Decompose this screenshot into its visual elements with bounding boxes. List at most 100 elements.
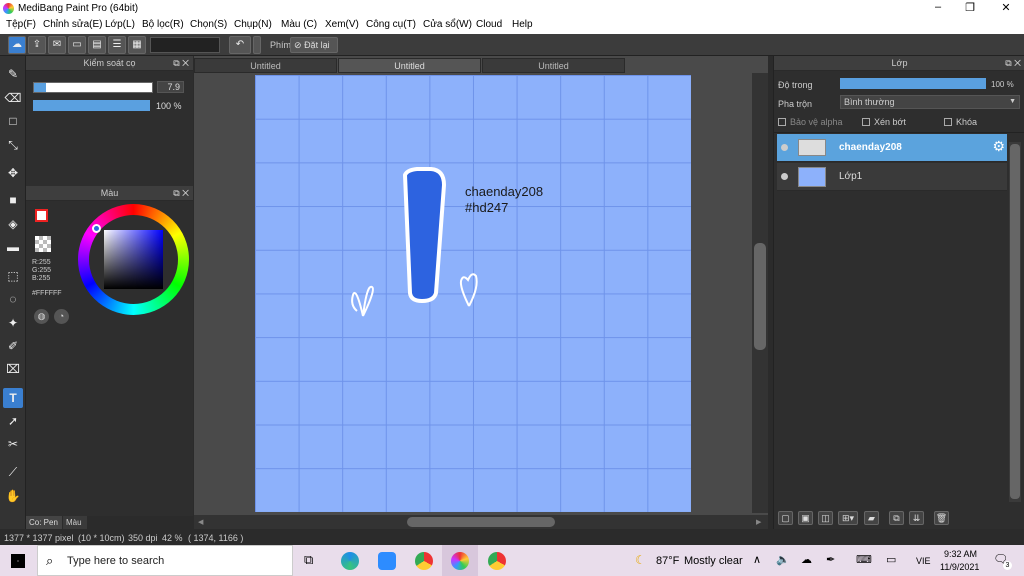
chrome-profile-icon[interactable] xyxy=(488,552,506,570)
close-button[interactable]: ✕ xyxy=(992,1,1020,14)
chrome-icon[interactable] xyxy=(415,552,433,570)
gear-icon[interactable]: ⚙ xyxy=(992,138,1005,155)
text-tool-icon[interactable]: T xyxy=(3,388,23,408)
menu-help[interactable]: Help xyxy=(512,19,533,30)
layer-list-scroll-thumb[interactable] xyxy=(1010,144,1020,499)
brush-size-slider[interactable] xyxy=(33,82,153,93)
minimize-button[interactable]: – xyxy=(924,1,952,13)
merge-layer-icon[interactable]: ⇊ xyxy=(909,511,924,525)
rectangle-tool-icon[interactable]: □ xyxy=(3,111,23,131)
menu-tools[interactable]: Công cụ(T) xyxy=(366,19,416,30)
tab-pen[interactable]: Co: Pen xyxy=(26,516,62,529)
vertical-scrollbar[interactable] xyxy=(752,73,768,513)
select-pen-tool-icon[interactable]: ✐ xyxy=(3,336,23,356)
color-history-icon[interactable]: ◔ xyxy=(54,309,69,324)
move-tool-icon[interactable]: ✥ xyxy=(3,163,23,183)
vertical-scroll-thumb[interactable] xyxy=(754,243,766,350)
menu-view[interactable]: Xem(V) xyxy=(325,19,359,30)
menu-filter[interactable]: Bộ lọc(R) xyxy=(142,19,184,30)
hue-wheel[interactable] xyxy=(78,204,189,315)
drawing-canvas[interactable]: chaenday208 #hd247 xyxy=(255,75,691,512)
layer-opacity-slider[interactable] xyxy=(840,78,986,89)
menu-edit[interactable]: Chỉnh sửa(E) xyxy=(43,19,103,30)
brush-opacity-slider[interactable] xyxy=(33,100,150,111)
pen-icon[interactable]: ✒ xyxy=(826,553,835,566)
select-rect-tool-icon[interactable]: ⬚ xyxy=(3,266,23,286)
medibang-icon[interactable] xyxy=(451,552,469,570)
menu-cloud[interactable]: Cloud xyxy=(476,19,502,30)
task-view-icon[interactable]: ⧉ xyxy=(304,552,313,568)
doc-tab-1[interactable]: Untitled xyxy=(194,58,337,73)
blend-mode-select[interactable]: Bình thường ▼ xyxy=(840,95,1020,109)
divide-tool-icon[interactable]: ✂ xyxy=(3,434,23,454)
folder-icon[interactable]: ▰ xyxy=(864,511,879,525)
undo-dropdown[interactable] xyxy=(253,36,261,54)
toolbar-field[interactable] xyxy=(150,37,220,53)
saturation-value-square[interactable] xyxy=(104,230,163,289)
menu-color[interactable]: Màu (C) xyxy=(281,19,317,30)
keyboard-icon[interactable]: ⌨ xyxy=(856,553,872,566)
operation-tool-icon[interactable]: ➚ xyxy=(3,411,23,431)
eyedropper-tool-icon[interactable]: ⟋ xyxy=(3,462,23,482)
fill-rect-tool-icon[interactable]: ■ xyxy=(3,190,23,210)
lasso-tool-icon[interactable]: ◌ xyxy=(3,289,23,309)
clock-time[interactable]: 9:32 AM xyxy=(944,549,977,559)
zoom-icon[interactable] xyxy=(378,552,396,570)
duplicate-layer-icon[interactable]: ⧉ xyxy=(889,511,904,525)
comment-icon[interactable]: ✉ xyxy=(48,36,66,54)
display-icon[interactable]: ▭ xyxy=(886,553,896,566)
onedrive-icon[interactable]: ☁ xyxy=(801,553,812,566)
chat-icon[interactable]: ▭ xyxy=(68,36,86,54)
visibility-icon[interactable] xyxy=(781,173,788,180)
clock-date[interactable]: 11/9/2021 xyxy=(940,562,979,572)
trash-icon[interactable]: 🗑 xyxy=(934,511,949,525)
menu-file[interactable]: Tệp(F) xyxy=(6,19,36,30)
panel-float-close-icon[interactable]: ⧉ ✕ xyxy=(173,186,189,201)
brush-tool-icon[interactable]: ✎ xyxy=(3,64,23,84)
chevron-up-icon[interactable]: ∧ xyxy=(753,553,761,566)
visibility-icon[interactable] xyxy=(781,144,788,151)
scroll-left-icon[interactable]: ◀ xyxy=(198,518,203,526)
bucket-tool-icon[interactable]: ◈ xyxy=(3,214,23,234)
menu-layer[interactable]: Lớp(L) xyxy=(105,19,135,30)
language-indicator[interactable]: VIE xyxy=(916,556,931,566)
layer-row[interactable]: chaenday208 ⚙ xyxy=(777,134,1007,162)
undo-icon[interactable]: ↶ xyxy=(229,36,251,54)
lock-checkbox[interactable] xyxy=(944,118,952,126)
new-1bit-layer-icon[interactable]: ◫ xyxy=(818,511,833,525)
horizontal-scrollbar[interactable]: ◀ ▶ xyxy=(194,515,768,529)
foreground-color-swatch[interactable] xyxy=(35,209,48,222)
dot-pen-tool-icon[interactable]: ⤡ xyxy=(3,135,23,155)
doc-tab-2[interactable]: Untitled xyxy=(338,58,481,73)
taskbar-search[interactable]: ⌕ Type here to search xyxy=(37,545,293,576)
transparent-color-swatch[interactable] xyxy=(35,236,51,252)
canvas-text[interactable]: chaenday208 #hd247 xyxy=(465,184,543,216)
magic-wand-tool-icon[interactable]: ✦ xyxy=(3,313,23,333)
layer-row[interactable]: Lớp1 xyxy=(777,163,1007,191)
gradient-tool-icon[interactable]: ▬ xyxy=(3,237,23,257)
hand-tool-icon[interactable]: ✋ xyxy=(3,486,23,506)
clipping-checkbox[interactable] xyxy=(862,118,870,126)
add-layer-menu-icon[interactable]: ⊞▾ xyxy=(838,511,858,525)
windows-start-icon[interactable] xyxy=(11,554,25,568)
eraser-tool-icon[interactable]: ⌫ xyxy=(3,88,23,108)
list-icon[interactable]: ☰ xyxy=(108,36,126,54)
doc-tab-3[interactable]: Untitled xyxy=(482,58,625,73)
menu-select[interactable]: Chọn(S) xyxy=(190,19,227,30)
menu-window[interactable]: Cửa sổ(W) xyxy=(423,19,472,30)
new-layer-icon[interactable]: ▢ xyxy=(778,511,793,525)
maximize-button[interactable]: ❐ xyxy=(956,1,984,14)
grid-icon[interactable]: ▦ xyxy=(128,36,146,54)
protect-alpha-checkbox[interactable] xyxy=(778,118,786,126)
reset-button[interactable]: ⊘ Đặt lại xyxy=(290,37,338,53)
share-icon[interactable]: ⇪ xyxy=(28,36,46,54)
brush-size-value[interactable]: 7.9 xyxy=(157,81,184,93)
panel-float-close-icon[interactable]: ⧉ ✕ xyxy=(173,56,189,71)
layer-list-scrollbar[interactable] xyxy=(1009,142,1021,502)
panel-float-close-icon[interactable]: ⧉ ✕ xyxy=(1005,56,1021,71)
menu-capture[interactable]: Chụp(N) xyxy=(234,19,272,30)
scroll-right-icon[interactable]: ▶ xyxy=(756,518,761,526)
tab-color[interactable]: Màu xyxy=(63,516,87,529)
hue-picker-handle[interactable] xyxy=(92,224,101,233)
new-halftone-layer-icon[interactable]: ▣ xyxy=(798,511,813,525)
